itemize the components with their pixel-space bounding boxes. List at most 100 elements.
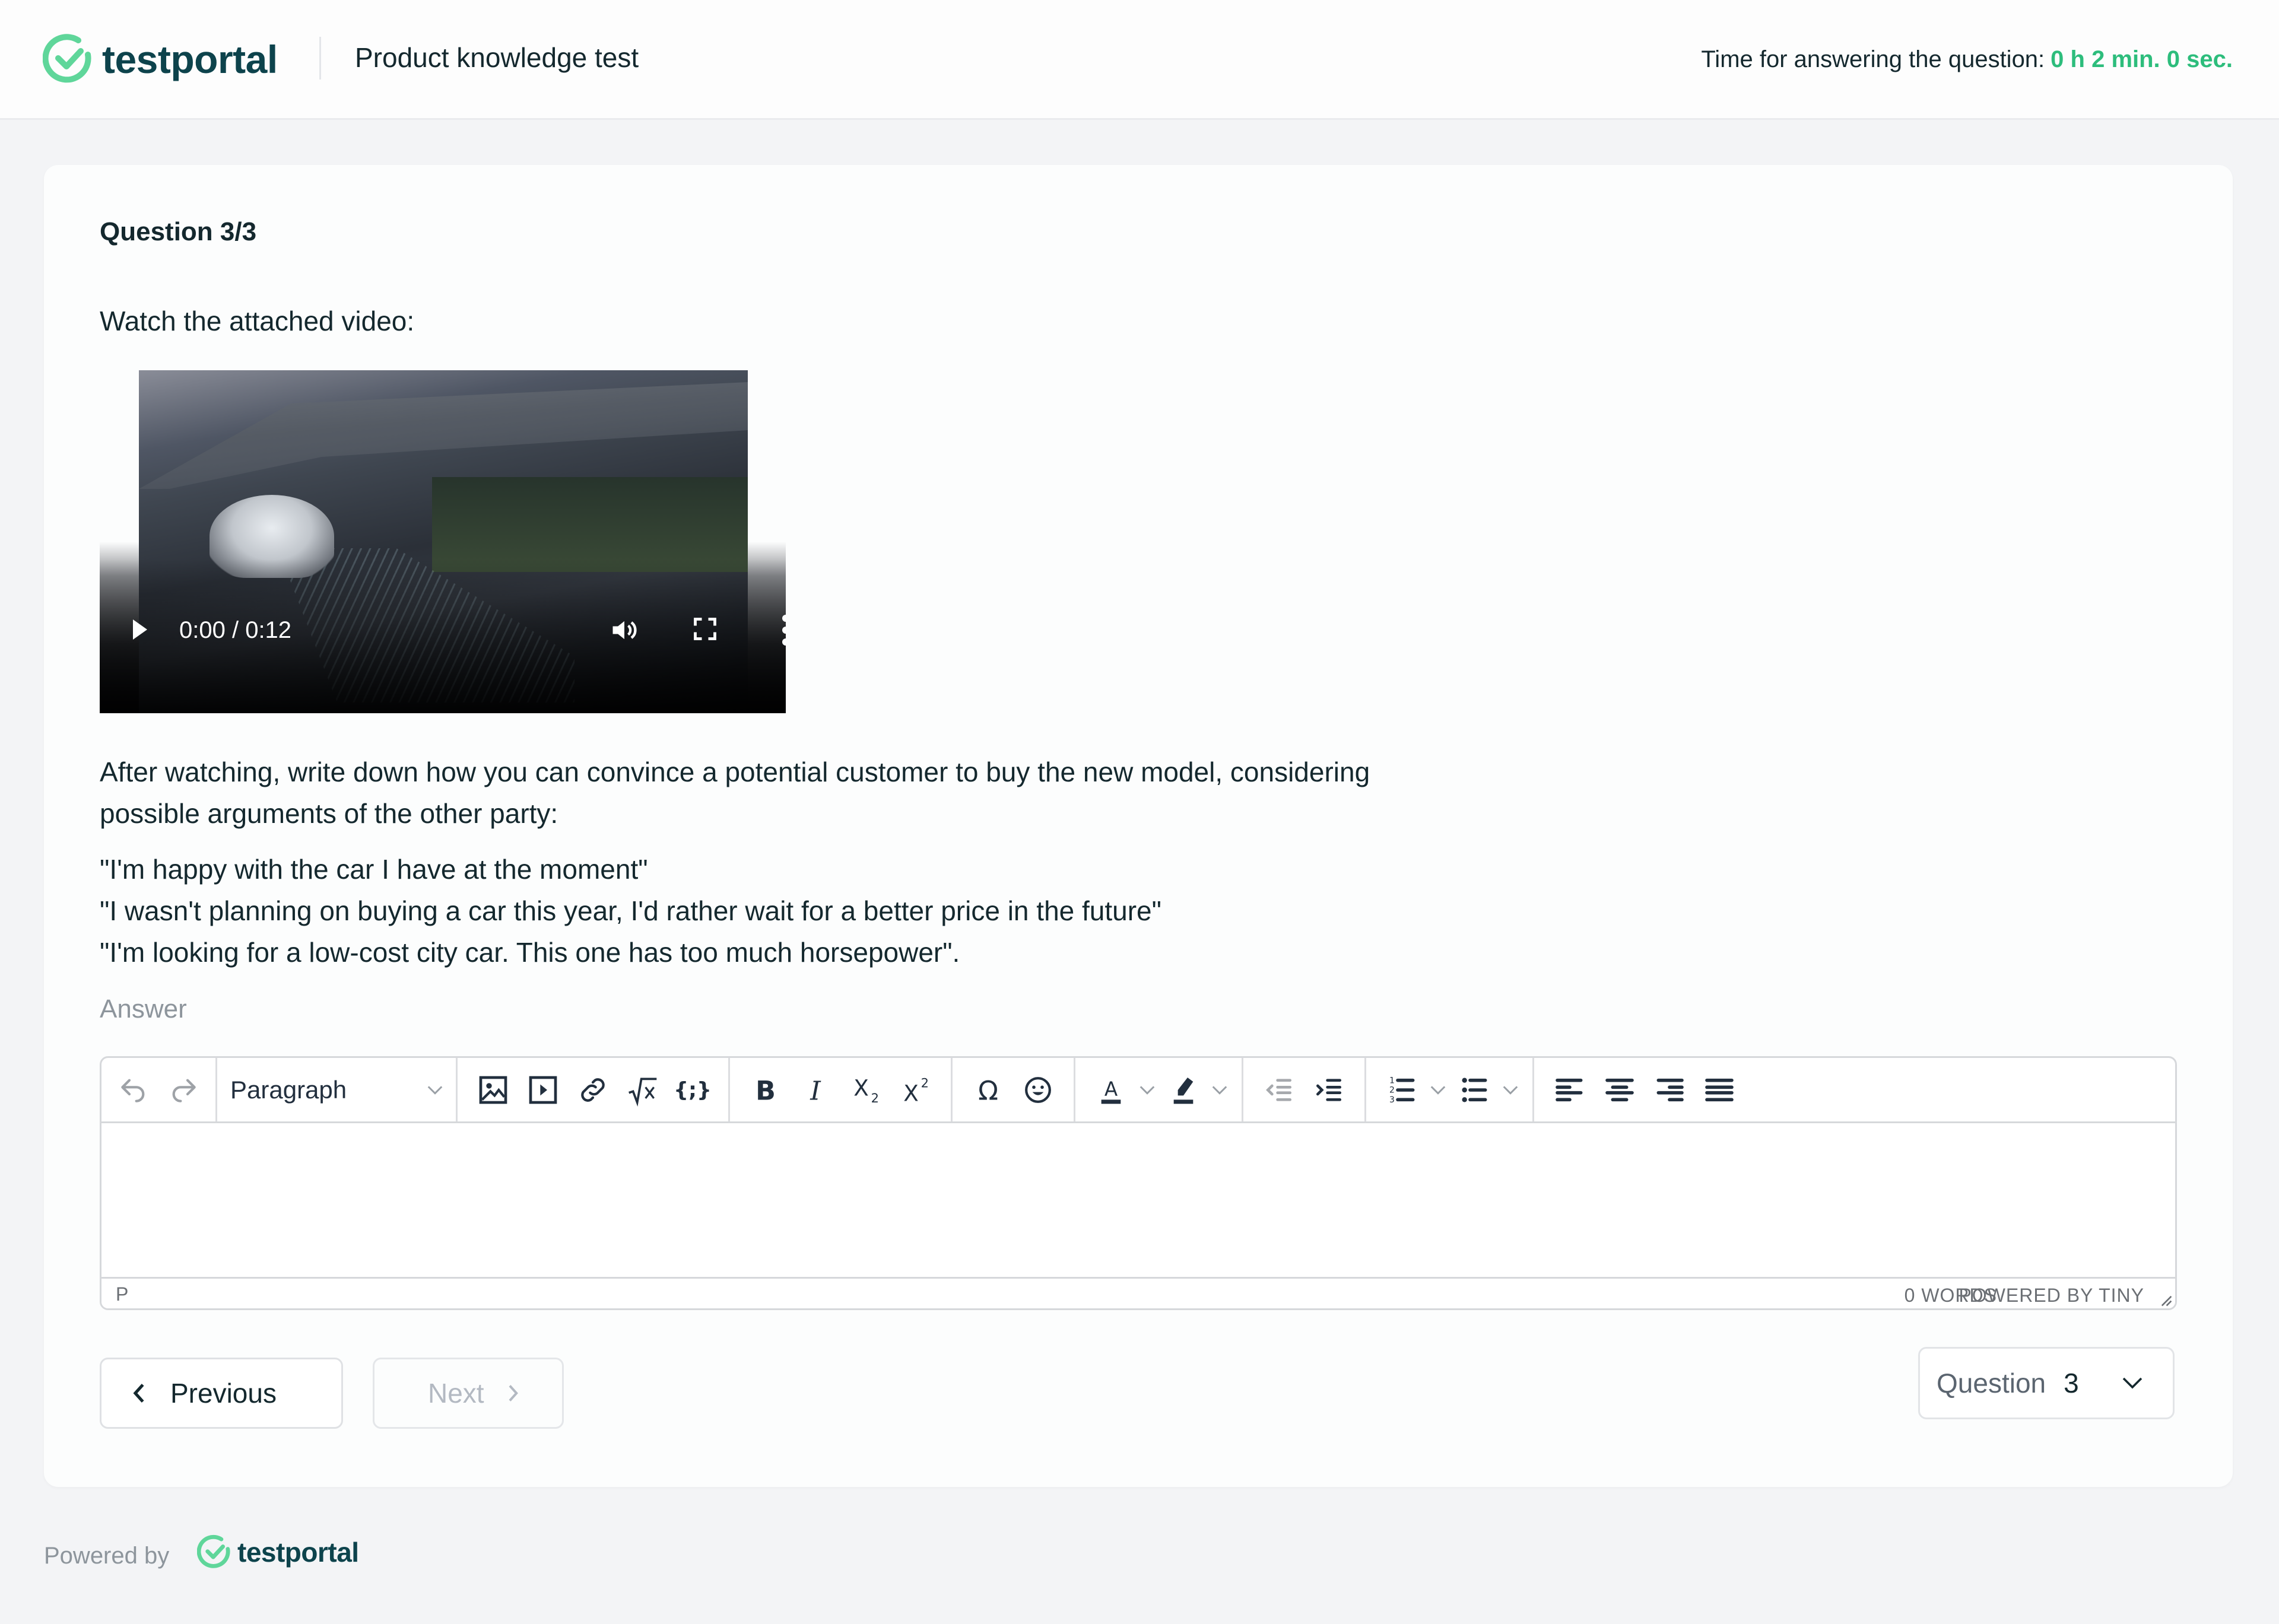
- chevron-down-icon: [1140, 1085, 1155, 1095]
- align-center-button[interactable]: [1595, 1065, 1645, 1115]
- next-button[interactable]: Next: [373, 1358, 564, 1429]
- insert-image-button[interactable]: [468, 1065, 518, 1115]
- svg-text:1: 1: [1389, 1076, 1395, 1085]
- answer-text-area[interactable]: [101, 1123, 2175, 1279]
- svg-text:I: I: [810, 1076, 821, 1106]
- highlight-dropdown[interactable]: [1208, 1065, 1231, 1115]
- brand-logo: testportal: [43, 33, 278, 85]
- objection-quote: "I'm happy with the car I have at the mo…: [100, 854, 648, 885]
- align-justify-button[interactable]: [1694, 1065, 1744, 1115]
- indent-button[interactable]: [1304, 1065, 1354, 1115]
- numbered-list-icon: 123: [1389, 1076, 1415, 1105]
- link-icon: [581, 1078, 605, 1102]
- previous-button[interactable]: Previous: [100, 1358, 343, 1429]
- numbered-list-dropdown[interactable]: [1427, 1065, 1449, 1115]
- indent-group: [1243, 1058, 1366, 1121]
- media-icon: [529, 1076, 557, 1104]
- indent-icon: [1316, 1078, 1341, 1101]
- svg-text:{;}: {;}: [676, 1078, 709, 1102]
- more-options-icon[interactable]: [782, 614, 786, 647]
- checkmark-circle-icon: [197, 1534, 230, 1568]
- text-color-icon: A: [1101, 1078, 1121, 1104]
- history-group: [101, 1058, 217, 1121]
- highlight-button[interactable]: [1158, 1065, 1208, 1115]
- question-select-value: 3: [2064, 1368, 2079, 1399]
- outdent-button[interactable]: [1254, 1065, 1304, 1115]
- special-char-button[interactable]: Ω: [963, 1065, 1013, 1115]
- chevron-down-icon: [2122, 1377, 2142, 1389]
- text-color-dropdown[interactable]: [1136, 1065, 1158, 1115]
- insert-media-button[interactable]: [518, 1065, 568, 1115]
- emoji-icon: [1025, 1076, 1051, 1103]
- page-footer: Powered by testportal: [0, 1519, 2279, 1624]
- insert-code-sample-button[interactable]: {;}: [668, 1065, 718, 1115]
- fullscreen-icon[interactable]: [692, 616, 718, 642]
- element-path[interactable]: P: [116, 1283, 128, 1305]
- bullet-list-button[interactable]: [1449, 1065, 1499, 1115]
- symbols-group: Ω: [953, 1058, 1075, 1121]
- question-select[interactable]: Question 3: [1918, 1347, 2175, 1419]
- objection-quote: "I wasn't planning on buying a car this …: [100, 895, 1161, 926]
- block-format-select[interactable]: Paragraph: [221, 1065, 452, 1115]
- next-label: Next: [428, 1378, 484, 1409]
- list-group: 123: [1366, 1058, 1534, 1121]
- insert-link-button[interactable]: [568, 1065, 618, 1115]
- insert-math-button[interactable]: [618, 1065, 668, 1115]
- subscript-button[interactable]: X2: [840, 1065, 890, 1115]
- align-center-icon: [1605, 1078, 1634, 1101]
- highlight-icon: [1173, 1077, 1194, 1104]
- align-group: [1534, 1058, 1755, 1121]
- question-select-label: Question: [1937, 1368, 2046, 1399]
- redo-button[interactable]: [158, 1065, 208, 1115]
- chevron-down-icon: [1212, 1085, 1227, 1095]
- footer-brand-logo[interactable]: testportal: [197, 1534, 359, 1570]
- superscript-button[interactable]: X2: [890, 1065, 940, 1115]
- emoji-button[interactable]: [1013, 1065, 1063, 1115]
- resize-handle-icon[interactable]: [2157, 1292, 2173, 1307]
- chevron-right-icon: [509, 1385, 518, 1401]
- answer-label: Answer: [100, 994, 187, 1024]
- numbered-list-button[interactable]: 123: [1377, 1065, 1427, 1115]
- chevron-down-icon: [427, 1085, 443, 1095]
- question-prompt: After watching, write down how you can c…: [100, 757, 1370, 829]
- video-player[interactable]: 0:00 / 0:12: [100, 370, 786, 713]
- text-color-button[interactable]: A: [1086, 1065, 1136, 1115]
- bold-button[interactable]: B: [741, 1065, 791, 1115]
- format-group: Paragraph: [217, 1058, 458, 1121]
- objection-list: "I'm happy with the car I have at the mo…: [100, 848, 1161, 973]
- video-time: 0:00 / 0:12: [179, 617, 292, 643]
- brand-name: testportal: [102, 37, 278, 81]
- image-icon: [479, 1076, 507, 1104]
- chevron-left-icon: [133, 1384, 144, 1403]
- insert-group: {;}: [458, 1058, 730, 1121]
- timer-label: Time for answering the question:: [1701, 46, 2045, 72]
- undo-button[interactable]: [109, 1065, 158, 1115]
- align-left-button[interactable]: [1545, 1065, 1595, 1115]
- svg-text:Ω: Ω: [978, 1076, 998, 1106]
- math-icon: [629, 1077, 657, 1107]
- block-format-value: Paragraph: [230, 1075, 347, 1104]
- header-divider: [319, 37, 321, 80]
- bold-icon: B: [756, 1076, 776, 1106]
- volume-icon[interactable]: [609, 615, 640, 646]
- align-right-button[interactable]: [1645, 1065, 1694, 1115]
- svg-text:2: 2: [871, 1091, 879, 1105]
- chevron-down-icon: [1503, 1085, 1518, 1095]
- redo-icon: [172, 1079, 196, 1102]
- play-icon[interactable]: [133, 619, 147, 640]
- top-header: testportal Product knowledge test Time f…: [0, 0, 2279, 120]
- bullet-list-dropdown[interactable]: [1499, 1065, 1522, 1115]
- checkmark-circle-icon: [43, 34, 91, 83]
- svg-text:X: X: [903, 1080, 919, 1106]
- outdent-icon: [1266, 1078, 1291, 1101]
- svg-text:3: 3: [1389, 1095, 1395, 1105]
- previous-label: Previous: [170, 1378, 277, 1409]
- question-timer: Time for answering the question: 0 h 2 mi…: [1701, 46, 2233, 73]
- svg-text:B: B: [756, 1076, 776, 1106]
- italic-button[interactable]: I: [791, 1065, 840, 1115]
- text-style-group: B I X2 X2: [730, 1058, 953, 1121]
- powered-by-tiny-link[interactable]: POWERED BY TINY: [1959, 1285, 2144, 1307]
- test-title: Product knowledge test: [355, 42, 639, 73]
- powered-by-label: Powered by: [44, 1543, 170, 1569]
- color-group: A: [1075, 1058, 1243, 1121]
